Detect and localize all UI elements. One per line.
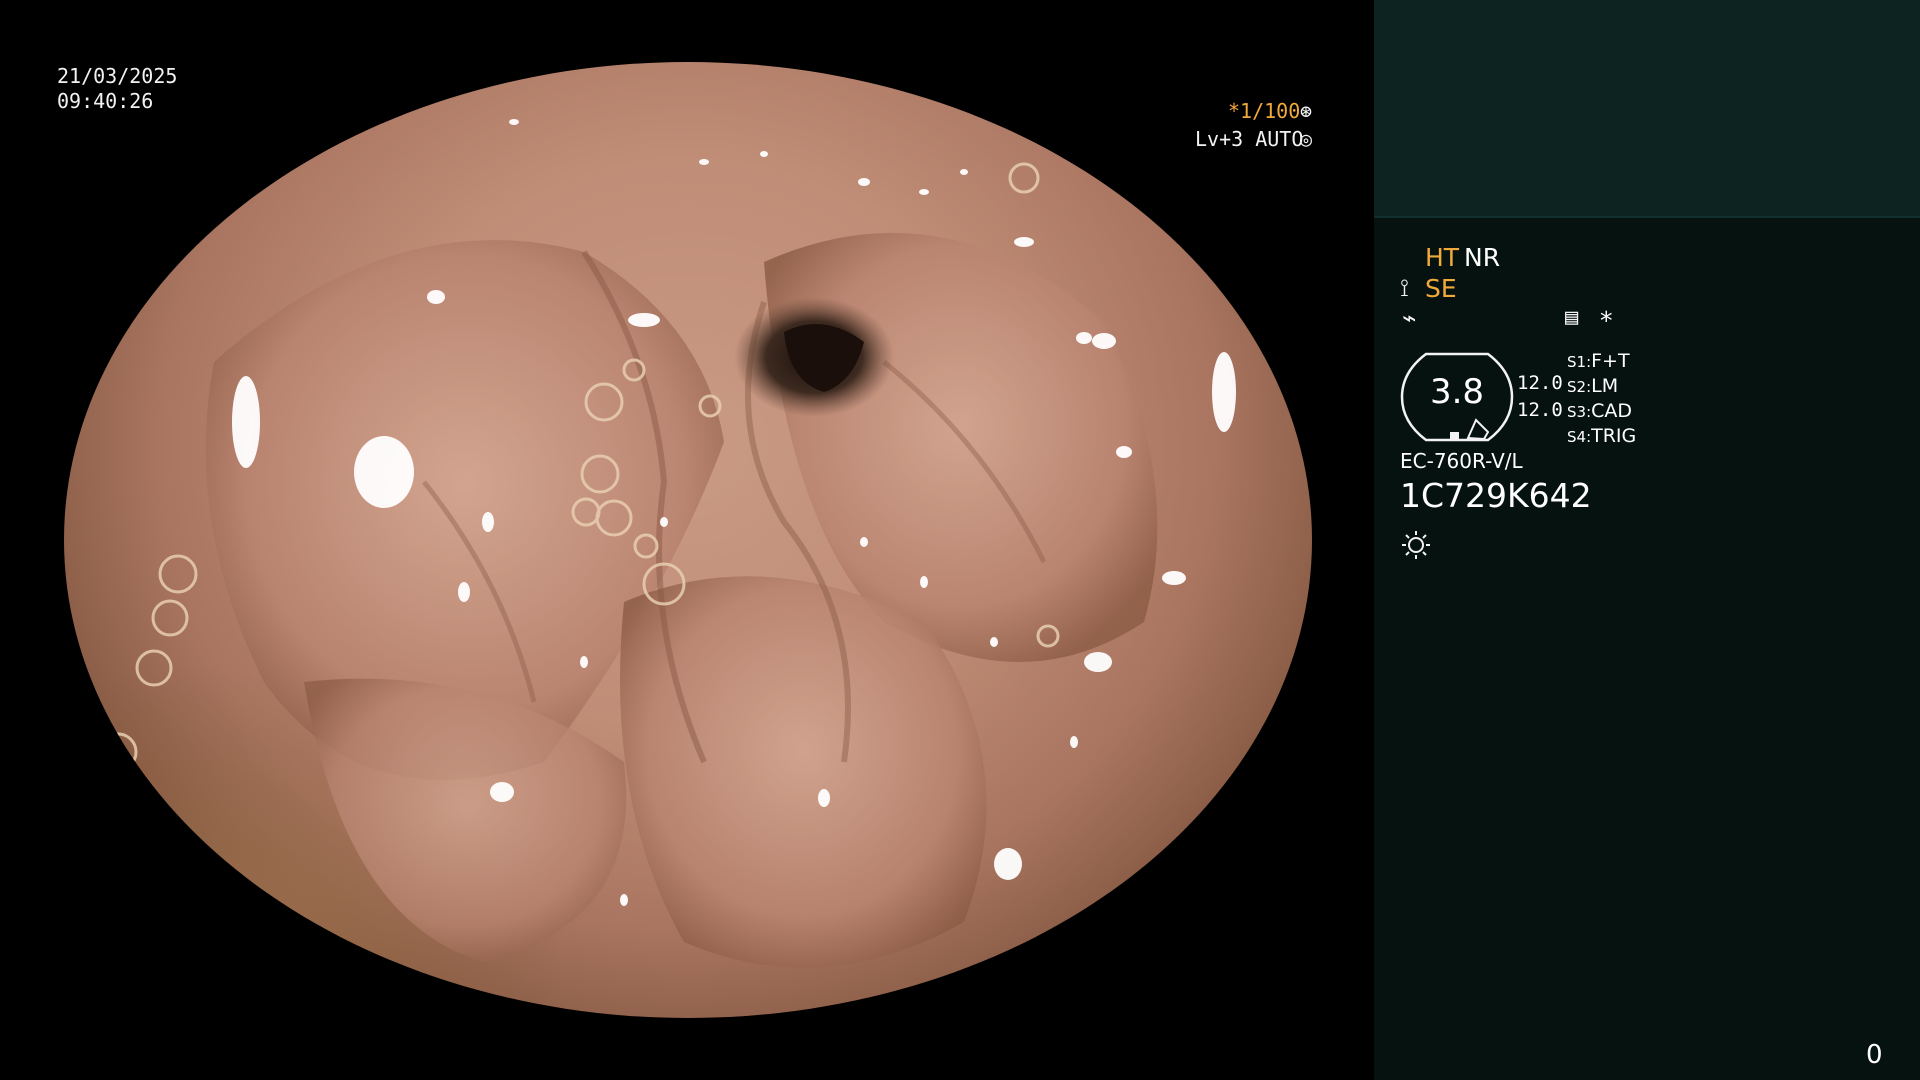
frame-counter: 0 (1866, 1040, 1883, 1070)
mode-se-label: SE (1425, 274, 1457, 303)
switch-row-4: S4:TRIG (1567, 424, 1636, 450)
mucosa-illustration (64, 119, 1236, 1018)
scope-tip-icon: ⟟ (1400, 274, 1409, 302)
value-bottom: 12.0 (1517, 399, 1563, 421)
switch-row-1: S1:F+T (1567, 349, 1630, 375)
info-panel-header (1374, 0, 1920, 216)
switch-key: S1: (1567, 353, 1592, 371)
zoom-value: 3.8 (1429, 372, 1485, 412)
switch-value: LM (1591, 375, 1619, 397)
switch-key: S4: (1567, 428, 1592, 446)
scope-model-label: EC-760R-V/L (1400, 449, 1523, 473)
switch-key: S2: (1567, 378, 1592, 396)
info-panel (1374, 0, 1920, 1080)
switch-row-2: S2:LM (1567, 374, 1618, 400)
scope-serial-number: 1C729K642 (1400, 476, 1592, 515)
endoscopic-image (64, 62, 1312, 1018)
panel-divider (1374, 216, 1920, 218)
time-label: 09:40:26 (57, 89, 154, 113)
auto-iris-icon: ◎ (1300, 127, 1313, 151)
date-label: 21/03/2025 (57, 64, 178, 88)
shutter-icon: ⊛ (1300, 99, 1313, 123)
star-indicator: * (1600, 306, 1613, 335)
brightness-icon (1402, 531, 1430, 559)
switch-value: F+T (1591, 350, 1630, 372)
exposure-level-label: Lv+3 AUTO (1195, 127, 1304, 151)
switch-row-3: S3:CAD (1567, 399, 1632, 425)
mode-nr-label: NR (1464, 243, 1501, 272)
endoscope-video-area: 21/03/2025 09:40:26 *1/100 ⊛ Lv+3 AUTO ◎ (0, 0, 1374, 1080)
mode-ht-label: HT (1425, 243, 1460, 272)
shutter-speed-label: *1/100 (1228, 99, 1301, 123)
menu-icon: ▤ (1565, 305, 1579, 330)
lightning-icon: ⌁ (1402, 304, 1417, 332)
switch-key: S3: (1567, 403, 1592, 421)
value-top: 12.0 (1517, 372, 1563, 394)
switch-value: TRIG (1591, 425, 1637, 447)
switch-value: CAD (1591, 400, 1633, 422)
